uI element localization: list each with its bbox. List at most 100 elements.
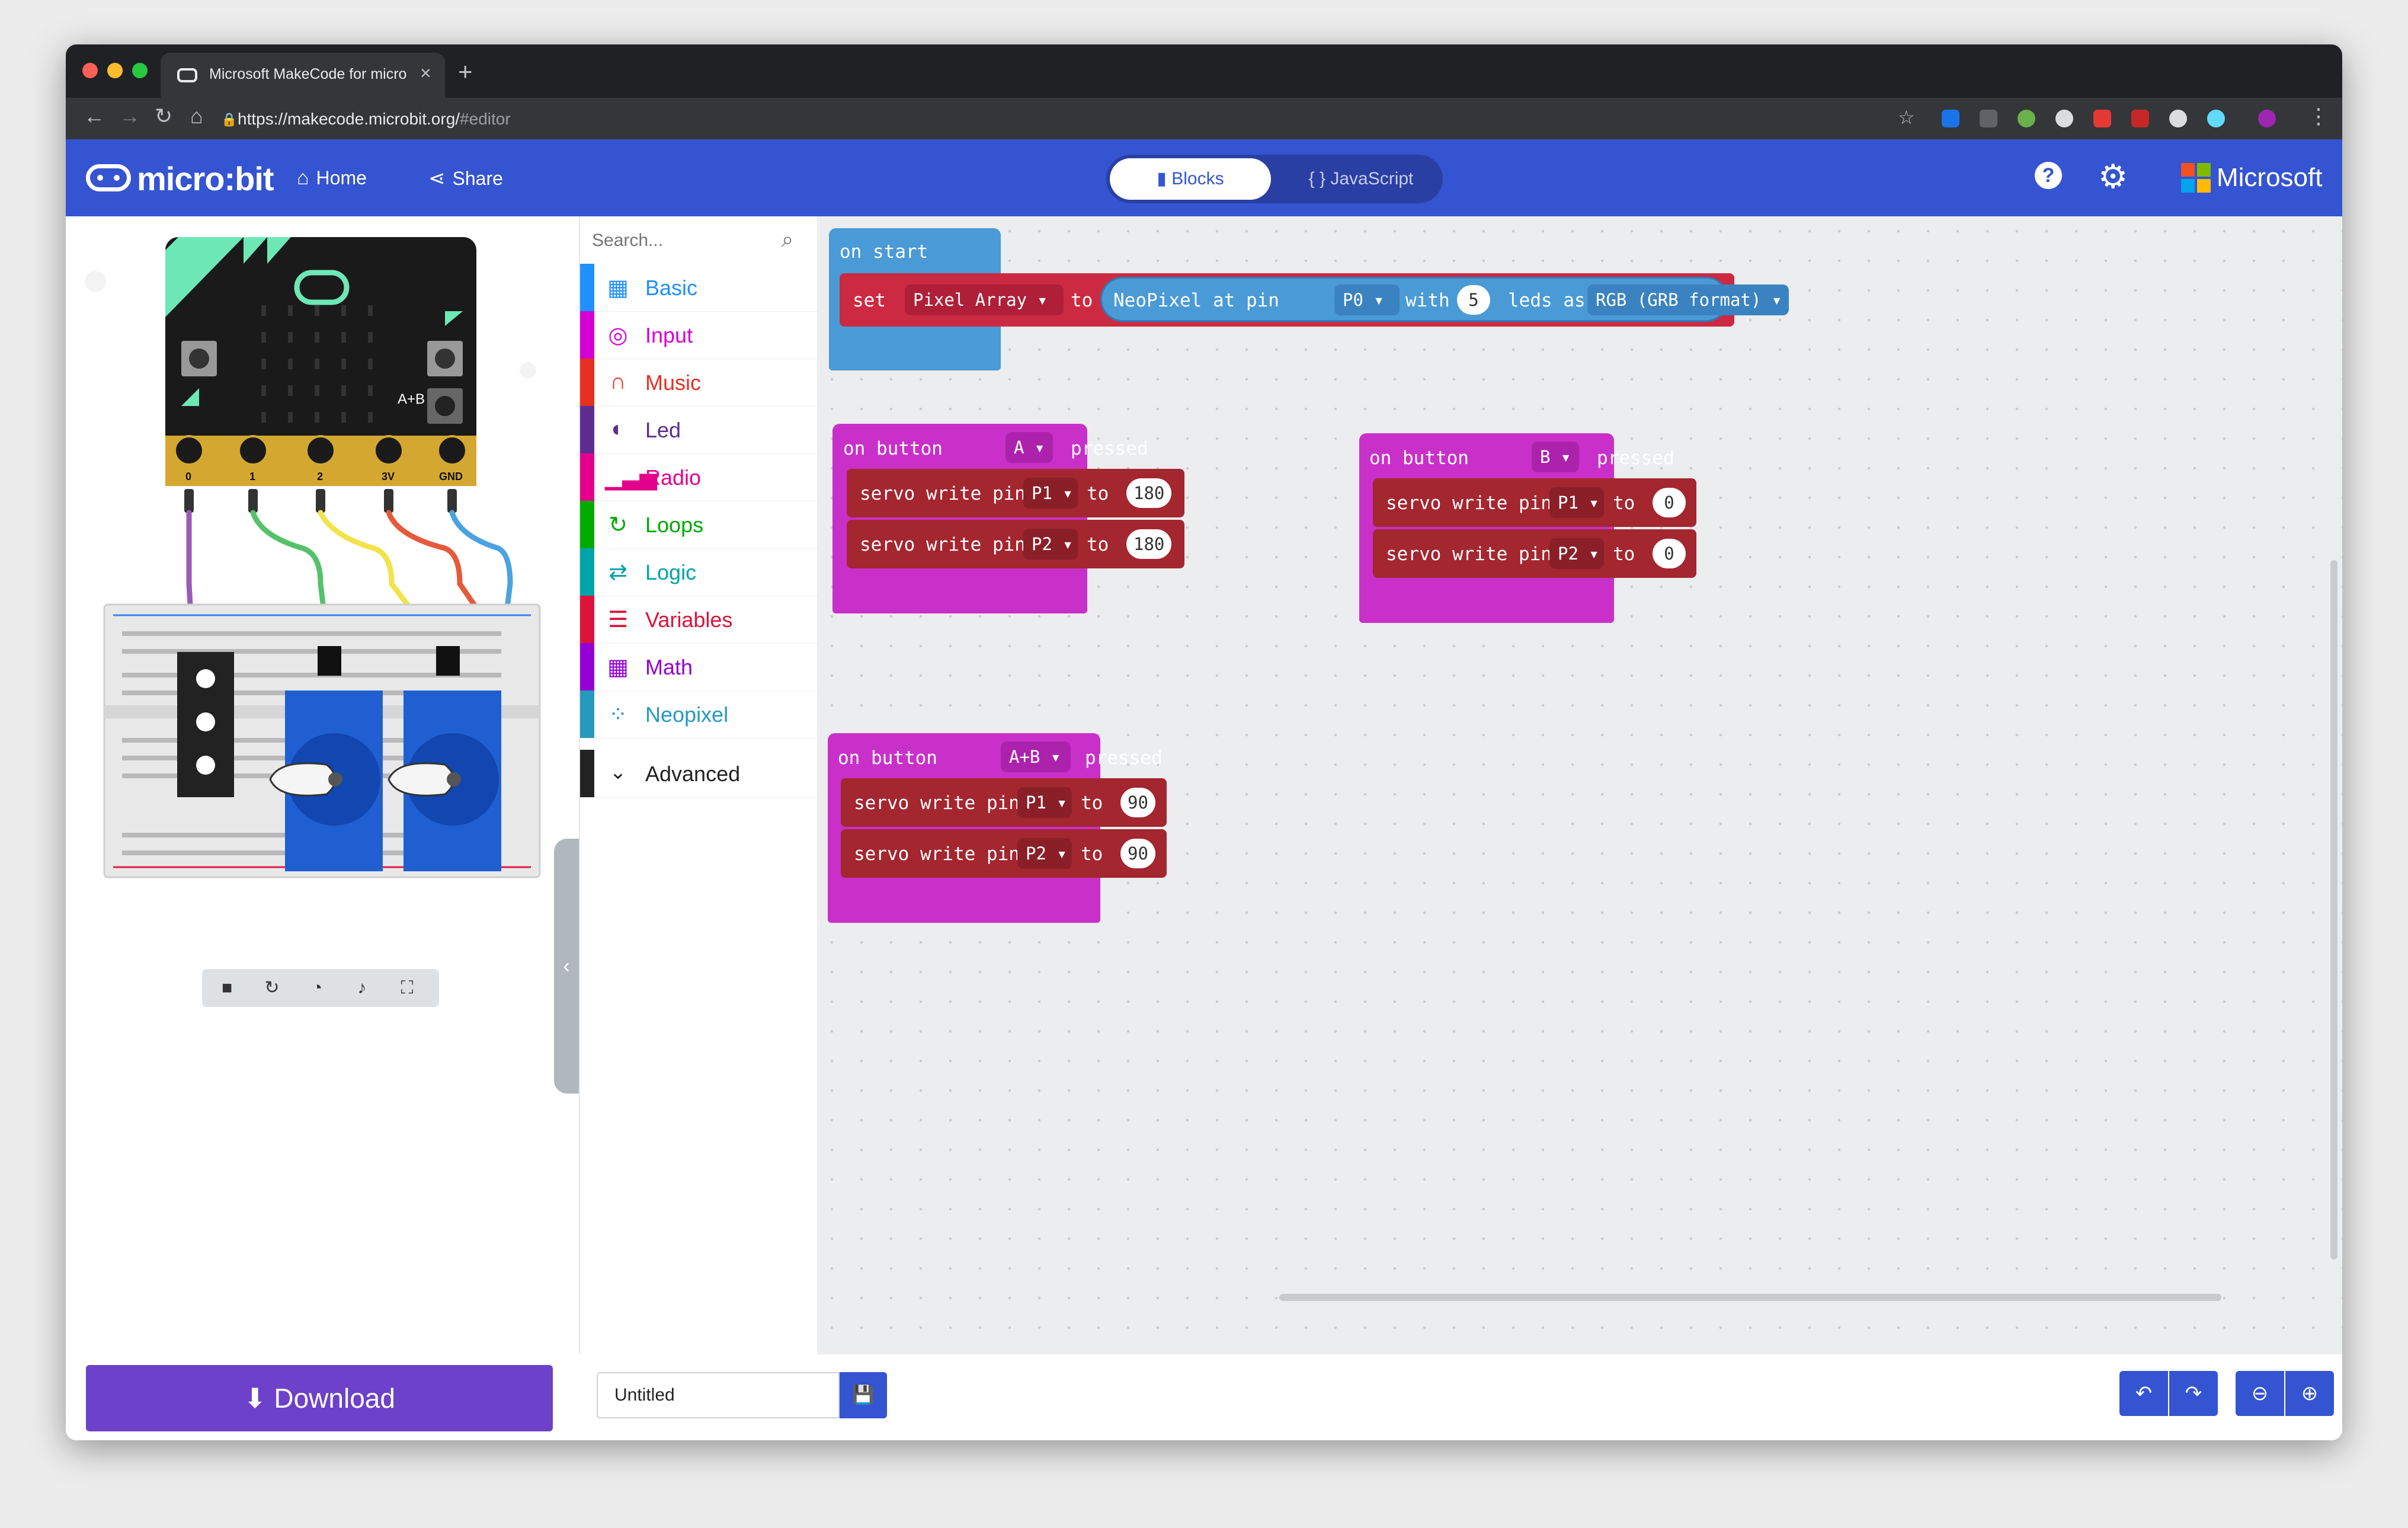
category-logic[interactable]: ⇄ Logic <box>580 548 817 596</box>
collapse-simulator-button[interactable]: ‹ <box>554 839 579 1094</box>
ab-label: A+B <box>398 391 425 407</box>
category-loops[interactable]: ↻ Loops <box>580 501 817 549</box>
forward-icon[interactable]: → <box>119 104 140 129</box>
new-tab-icon[interactable]: + <box>458 57 473 86</box>
category-label: Music <box>645 370 702 395</box>
minimize-window-icon[interactable] <box>107 63 123 78</box>
zoom-out-icon[interactable]: ⊖ <box>2236 1371 2284 1416</box>
category-color-bar <box>580 548 594 596</box>
led-count-input[interactable]: 5 <box>1457 285 1490 315</box>
home-button[interactable]: ⌂ Home <box>297 167 367 190</box>
microsoft-brand[interactable]: Microsoft <box>2217 163 2322 193</box>
category-neopixel[interactable]: ⁘ Neopixel <box>580 691 817 739</box>
color-format-dropdown[interactable]: RGB (GRB format) ▾ <box>1587 284 1789 315</box>
url-host: https://makecode.microbit.org/ <box>238 110 460 128</box>
servo-pin-dropdown[interactable]: P1 ▾ <box>1023 478 1078 509</box>
category-led[interactable]: ◐ Led <box>580 406 817 454</box>
mute-icon[interactable]: ♪ <box>344 976 380 1000</box>
category-basic[interactable]: ▦ Basic <box>580 264 817 312</box>
browser-menu-icon[interactable]: ⋮ <box>2308 104 2329 129</box>
category-color-bar <box>580 643 594 691</box>
servo-angle-input[interactable]: 180 <box>1126 478 1172 508</box>
close-window-icon[interactable] <box>82 63 98 78</box>
download-button[interactable]: ⬇ Download <box>86 1365 553 1431</box>
category-color-bar <box>580 596 594 643</box>
extension-todoist-icon[interactable] <box>2093 110 2111 127</box>
extension-hat-icon[interactable] <box>1980 110 1997 127</box>
pin-value: P2 <box>1032 534 1052 554</box>
help-icon[interactable]: ? <box>2035 162 2062 189</box>
category-radio[interactable]: ▁▃▅ Radio <box>580 453 817 501</box>
servo-angle-input[interactable]: 0 <box>1653 539 1686 568</box>
fullscreen-icon[interactable]: ⛶ <box>389 976 425 1000</box>
category-input[interactable]: ◎ Input <box>580 311 817 359</box>
save-icon[interactable]: 💾 <box>840 1372 887 1418</box>
makecode-header: micro:bit ⌂ Home ⋖ Share ▮ Blocks { } Java… <box>66 139 2342 216</box>
extension-grammar-icon[interactable] <box>2018 110 2035 127</box>
vertical-scrollbar[interactable] <box>2330 560 2337 1260</box>
zoom-in-icon[interactable]: ⊕ <box>2285 1371 2334 1416</box>
servo-angle-input[interactable]: 0 <box>1653 488 1686 517</box>
microbit-logo[interactable]: micro:bit <box>137 159 274 198</box>
share-icon: ⋖ <box>428 167 446 190</box>
button-ab-dropdown[interactable]: A+B ▾ <box>1001 741 1071 772</box>
blocks-workspace[interactable]: on start set Pixel Array ▾ to NeoPixel a… <box>817 216 2342 1354</box>
microsoft-logo-icon <box>2181 163 2211 193</box>
pixel-array-dropdown[interactable]: Pixel Array ▾ <box>905 284 1064 315</box>
category-math[interactable]: ▦ Math <box>580 643 817 691</box>
slow-motion-icon[interactable]: ◔ <box>299 976 335 1000</box>
on-start-label: on start <box>840 241 928 263</box>
servo-angle-input[interactable]: 90 <box>1120 839 1155 868</box>
restart-icon[interactable]: ↻ <box>254 976 290 1000</box>
settings-gear-icon[interactable]: ⚙ <box>2098 157 2128 196</box>
servo-pin-dropdown[interactable]: P2 ▾ <box>1023 529 1078 560</box>
category-advanced[interactable]: ⌄ Advanced <box>580 750 817 798</box>
project-name-input[interactable]: Untitled <box>597 1372 840 1418</box>
servo-pin-dropdown[interactable]: P1 ▾ <box>1017 787 1072 818</box>
category-color-bar <box>580 311 594 359</box>
extension-circle-icon[interactable] <box>2055 110 2073 127</box>
category-label: Advanced <box>645 762 741 786</box>
extension-ublock-icon[interactable] <box>2131 110 2149 127</box>
redo-icon[interactable]: ↷ <box>2169 1371 2218 1416</box>
category-music[interactable]: ∩ Music <box>580 359 817 407</box>
category-label: Neopixel <box>645 702 729 727</box>
button-b-dropdown[interactable]: B ▾ <box>1532 442 1579 472</box>
servo-pin-dropdown[interactable]: P2 ▾ <box>1017 838 1072 869</box>
search-icon[interactable]: ⌕ <box>782 227 793 252</box>
editor-footer: ⬇ Download Untitled 💾 ↶ ↷ ⊖ ⊕ <box>66 1354 2342 1440</box>
servo-pin-dropdown[interactable]: P2 ▾ <box>1549 538 1604 569</box>
category-variables[interactable]: ☰ Variables <box>580 596 817 644</box>
maximize-window-icon[interactable] <box>132 63 148 78</box>
extension-wappalyzer-icon[interactable] <box>2169 110 2187 127</box>
neopixel-ring-icon: ⁘ <box>609 702 627 727</box>
servo-angle-input[interactable]: 90 <box>1120 788 1155 817</box>
signal-icon: ▁▃▅ <box>605 465 657 490</box>
neopixel-pin-dropdown[interactable]: P0 ▾ <box>1334 284 1400 315</box>
close-tab-icon[interactable]: × <box>420 62 431 84</box>
undo-icon[interactable]: ↶ <box>2119 1371 2168 1416</box>
bookmark-star-icon[interactable]: ☆ <box>1898 106 1915 129</box>
extension-s-icon[interactable] <box>1942 110 1959 127</box>
blocks-toggle-button[interactable]: ▮ Blocks <box>1110 158 1271 200</box>
servo-angle-input[interactable]: 180 <box>1126 529 1172 559</box>
profile-avatar[interactable] <box>2258 110 2276 127</box>
horizontal-scrollbar[interactable] <box>1279 1294 2221 1301</box>
search-input[interactable] <box>591 227 771 254</box>
servo-pin-dropdown[interactable]: P1 ▾ <box>1549 487 1604 518</box>
home-browser-icon[interactable]: ⌂ <box>190 104 203 129</box>
to-label: to <box>1081 792 1103 814</box>
url-field[interactable]: https://makecode.microbit.org/#editor <box>238 110 511 129</box>
simulator-board[interactable]: A+B 0 1 2 3V GND <box>66 216 579 1047</box>
reload-icon[interactable]: ↻ <box>155 104 172 129</box>
share-button[interactable]: ⋖ Share <box>428 167 503 190</box>
download-icon: ⬇ <box>244 1383 274 1414</box>
back-icon[interactable]: ← <box>84 104 105 129</box>
button-a-dropdown[interactable]: A ▾ <box>1006 432 1053 463</box>
browser-tab[interactable]: Microsoft MakeCode for micro × <box>161 53 445 98</box>
with-label: with <box>1405 290 1450 311</box>
to-label: to <box>1087 534 1109 555</box>
stop-icon[interactable]: ■ <box>209 976 245 1000</box>
extension-react-icon[interactable] <box>2207 110 2225 127</box>
javascript-toggle-button[interactable]: { } JavaScript <box>1284 158 1438 200</box>
